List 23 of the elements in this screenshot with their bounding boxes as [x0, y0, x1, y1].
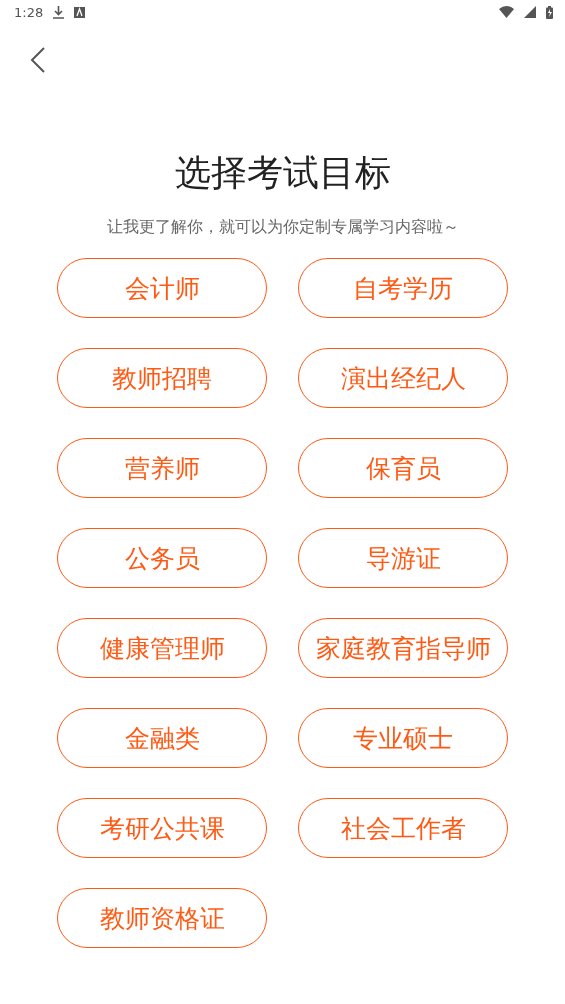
page-title: 选择考试目标: [174, 151, 391, 195]
exam-option[interactable]: 营养师: [57, 438, 267, 498]
status-time: 1:28: [14, 4, 44, 20]
app-icon: [74, 6, 86, 18]
exam-option[interactable]: 会计师: [57, 258, 267, 318]
exam-option[interactable]: 自考学历: [298, 258, 508, 318]
exam-option[interactable]: 演出经纪人: [298, 348, 508, 408]
download-icon: [53, 5, 65, 19]
exam-option[interactable]: 健康管理师: [57, 618, 267, 678]
signal-icon: [524, 6, 536, 18]
exam-option[interactable]: 金融类: [57, 708, 267, 768]
wifi-icon: [499, 6, 514, 18]
subtitle: 让我更了解你，就可以为你定制专属学习内容啦～: [106, 216, 459, 238]
exam-option[interactable]: 考研公共课: [57, 798, 267, 858]
exam-option[interactable]: 教师招聘: [57, 348, 267, 408]
exam-option[interactable]: 教师资格证: [57, 888, 267, 948]
exam-option[interactable]: 社会工作者: [298, 798, 508, 858]
battery-icon: [546, 5, 553, 19]
exam-option[interactable]: 专业硕士: [298, 708, 508, 768]
exam-option[interactable]: 家庭教育指导师: [298, 618, 508, 678]
exam-option[interactable]: 导游证: [298, 528, 508, 588]
exam-option[interactable]: 公务员: [57, 528, 267, 588]
exam-option[interactable]: 保育员: [298, 438, 508, 498]
